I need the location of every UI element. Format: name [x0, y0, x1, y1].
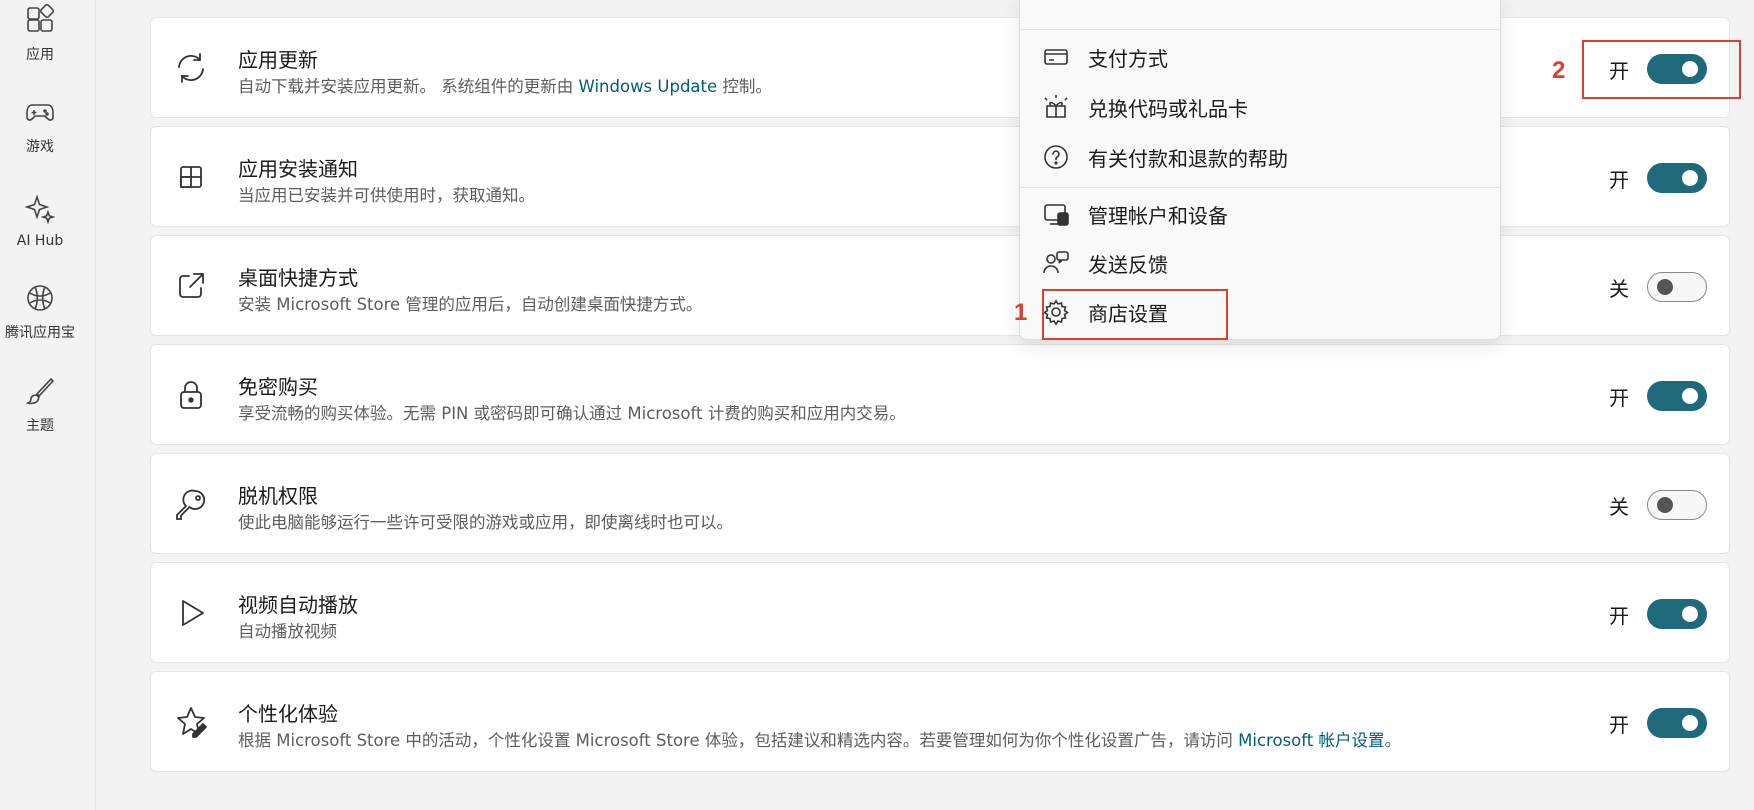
menu-divider: [1020, 29, 1500, 30]
apps-icon: [27, 4, 55, 32]
setting-title: 免密购买: [238, 375, 318, 399]
help-icon: [1044, 145, 1068, 169]
nav-rail: 应用 游戏 AI Hub 腾讯应用宝 主题: [0, 0, 96, 810]
gift-redeem-icon: [1044, 95, 1068, 118]
tencent-app-icon: [27, 285, 53, 311]
menu-item-label: 兑换代码或礼品卡: [1088, 96, 1248, 121]
brush-icon: [25, 377, 55, 405]
microsoft-account-settings-link[interactable]: Microsoft 帐户设置: [1238, 731, 1384, 750]
toggle-state-label: 开: [1609, 604, 1629, 628]
menu-item-payment[interactable]: 支付方式: [1042, 37, 1482, 77]
menu-divider: [1020, 187, 1500, 188]
nav-item-games[interactable]: 游戏: [0, 80, 80, 156]
menu-item-label: 有关付款和退款的帮助: [1088, 146, 1288, 171]
windows-update-link[interactable]: Windows Update: [579, 77, 718, 96]
settings-list: 应用更新 自动下载并安装应用更新。 系统组件的更新由 Windows Updat…: [96, 0, 1754, 810]
store-settings-page: 应用 游戏 AI Hub 腾讯应用宝 主题 应用更新 自动下载并安装应用更新。 …: [0, 0, 1754, 810]
devices-icon: [1044, 204, 1069, 226]
grid-notification-icon: [173, 159, 209, 195]
sparkle-icon: [24, 194, 56, 225]
toggle-state-label: 开: [1609, 168, 1629, 192]
setting-description: 自动下载并安装应用更新。 系统组件的更新由 Windows Update 控制。: [238, 77, 772, 96]
key-icon: [173, 486, 209, 522]
setting-personalized-experience: 个性化体验 根据 Microsoft Store 中的活动，个性化设置 Micr…: [150, 671, 1730, 772]
gamepad-icon: [26, 104, 54, 121]
setting-title: 视频自动播放: [238, 593, 358, 617]
nav-label-tencent: 腾讯应用宝: [5, 325, 75, 341]
annotation-number-2: 2: [1552, 57, 1566, 84]
setting-description: 当应用已安装并可供使用时，获取通知。: [238, 186, 535, 205]
nav-label-apps: 应用: [26, 47, 54, 63]
menu-item-feedback[interactable]: 发送反馈: [1042, 243, 1482, 283]
setting-title: 个性化体验: [238, 702, 338, 726]
menu-item-payment-help[interactable]: 有关付款和退款的帮助: [1042, 137, 1482, 177]
toggle-state-label: 开: [1609, 386, 1629, 410]
install-notification-toggle[interactable]: [1647, 163, 1707, 193]
toggle-state-label: 开: [1609, 713, 1629, 737]
offline-permissions-toggle[interactable]: [1647, 490, 1707, 520]
passwordless-purchase-toggle[interactable]: [1647, 381, 1707, 411]
setting-passwordless-purchase: 免密购买 享受流畅的购买体验。无需 PIN 或密码即可确认通过 Microsof…: [150, 344, 1730, 445]
personalized-experience-toggle[interactable]: [1647, 708, 1707, 738]
setting-description: 享受流畅的购买体验。无需 PIN 或密码即可确认通过 Microsoft 计费的…: [238, 404, 906, 423]
toggle-state-label: 关: [1609, 495, 1629, 519]
refresh-icon: [173, 50, 209, 86]
setting-description: 使此电脑能够运行一些许可受限的游戏或应用，即使离线时也可以。: [238, 513, 733, 532]
setting-video-autoplay: 视频自动播放 自动播放视频 开: [150, 562, 1730, 663]
desktop-shortcut-toggle[interactable]: [1647, 272, 1707, 302]
nav-label-themes: 主题: [26, 418, 54, 434]
menu-item-label: 支付方式: [1088, 46, 1168, 71]
menu-item-label: 管理帐户和设备: [1088, 203, 1228, 228]
setting-description: 根据 Microsoft Store 中的活动，个性化设置 Microsoft …: [238, 731, 1401, 750]
annotation-box-app-updates-toggle: [1582, 40, 1741, 99]
setting-description: 安装 Microsoft Store 管理的应用后，自动创建桌面快捷方式。: [238, 295, 703, 314]
annotation-number-1: 1: [1014, 299, 1028, 326]
setting-title: 脱机权限: [238, 484, 318, 508]
setting-offline-permissions: 脱机权限 使此电脑能够运行一些许可受限的游戏或应用，即使离线时也可以。 关: [150, 453, 1730, 554]
star-pen-icon: [173, 704, 209, 740]
card-icon: [1044, 49, 1068, 65]
nav-item-ai-hub[interactable]: AI Hub: [0, 173, 80, 249]
setting-title: 应用安装通知: [238, 157, 358, 181]
menu-item-label: 发送反馈: [1088, 252, 1168, 277]
setting-title: 应用更新: [238, 48, 318, 72]
setting-title: 桌面快捷方式: [238, 266, 358, 290]
toggle-state-label: 关: [1609, 277, 1629, 301]
nav-item-tencent[interactable]: 腾讯应用宝: [0, 266, 80, 342]
annotation-box-store-settings: [1042, 289, 1228, 340]
nav-item-themes[interactable]: 主题: [0, 359, 80, 435]
feedback-icon: [1043, 251, 1069, 274]
menu-item-redeem[interactable]: 兑换代码或礼品卡: [1042, 87, 1482, 127]
play-icon: [173, 595, 209, 631]
menu-item-manage-account[interactable]: 管理帐户和设备: [1042, 194, 1482, 234]
nav-item-apps[interactable]: 应用: [0, 0, 80, 64]
nav-label-games: 游戏: [26, 139, 54, 155]
external-link-icon: [173, 268, 209, 304]
video-autoplay-toggle[interactable]: [1647, 599, 1707, 629]
lock-icon: [173, 377, 209, 413]
nav-label-ai-hub: AI Hub: [16, 233, 64, 249]
setting-description: 自动播放视频: [238, 622, 337, 641]
